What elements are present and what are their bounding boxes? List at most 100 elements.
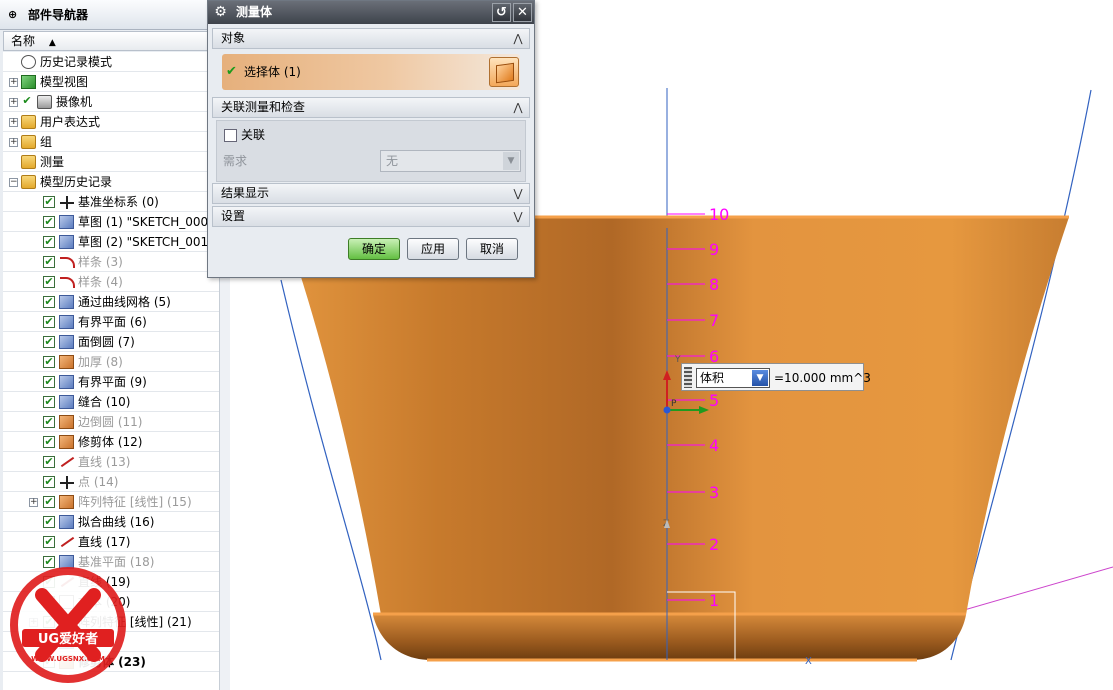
tree-row[interactable]: − 模型历史记录 <box>3 172 219 192</box>
visibility-checkbox[interactable]: ✔ <box>43 396 55 408</box>
visibility-checkbox[interactable]: ✔ <box>43 276 55 288</box>
y-label: Y <box>674 355 681 365</box>
tree-row[interactable]: ✔ 加厚 (8) <box>3 352 219 372</box>
section-object-label: 对象 <box>221 31 246 45</box>
visibility-checkbox[interactable]: ✔ <box>43 256 55 268</box>
tree-row[interactable]: ✔ 缝合 (10) <box>3 392 219 412</box>
tree-row[interactable]: ✔ 直线 (13) <box>3 452 219 472</box>
tree-row[interactable]: ✔ 直线 (17) <box>3 532 219 552</box>
tree-row[interactable]: ✔ 基准坐标系 (0) <box>3 192 219 212</box>
pin-icon[interactable]: ⊕ <box>8 8 20 22</box>
section-assoc-header[interactable]: 关联测量和检查 ⋀ <box>212 97 530 118</box>
trim-body-icon <box>59 435 74 449</box>
apply-button[interactable]: 应用 <box>407 238 459 260</box>
visibility-checkbox[interactable]: ✔ <box>43 436 55 448</box>
tree-row-label: 组 <box>40 135 53 149</box>
section-settings-header[interactable]: 设置 ⋁ <box>212 206 530 227</box>
tree-row-label: 历史记录模式 <box>40 55 113 69</box>
expand-chevron-icon[interactable]: ⋁ <box>509 185 527 202</box>
trim-body-base[interactable] <box>373 615 966 660</box>
visibility-checkbox[interactable]: ✔ <box>43 296 55 308</box>
expand-toggle-icon[interactable]: + <box>9 138 18 147</box>
ug-forum-logo: UG爱好者 WWW.UGSNX.COM <box>10 567 126 683</box>
reset-button[interactable]: ↺ <box>492 3 511 22</box>
visibility-checkbox[interactable]: ✔ <box>43 516 55 528</box>
sort-ascending-icon: ▲ <box>48 38 56 48</box>
tree-row-label: 阵列特征 [线性] (15) <box>78 495 192 509</box>
visibility-checkbox[interactable]: ✔ <box>43 216 55 228</box>
section-results-header[interactable]: 结果显示 ⋁ <box>212 183 530 204</box>
tree-row-label: 面倒圆 (7) <box>78 335 135 349</box>
edge-blend-icon <box>59 415 74 429</box>
visibility-checkbox[interactable]: ✔ <box>43 416 55 428</box>
visibility-checkbox[interactable]: ✔ <box>43 496 55 508</box>
select-body-cube-icon[interactable] <box>489 57 519 87</box>
visibility-checkbox[interactable]: ✔ <box>43 196 55 208</box>
expand-toggle-icon[interactable]: + <box>9 118 18 127</box>
tree-row[interactable]: ✔ 拟合曲线 (16) <box>3 512 219 532</box>
visibility-checkbox[interactable]: ✔ <box>43 336 55 348</box>
visibility-checkbox[interactable]: ✔ <box>43 456 55 468</box>
tree-row[interactable]: + 模型视图 <box>3 72 219 92</box>
tree-row[interactable]: ✔ 面倒圆 (7) <box>3 332 219 352</box>
expand-toggle-icon[interactable]: − <box>9 178 18 187</box>
drag-grip-icon[interactable] <box>684 367 692 388</box>
select-body-row[interactable]: ✔ 选择体 (1) <box>222 54 520 90</box>
tree-row[interactable]: ✔ 草图 (1) "SKETCH_000" <box>3 212 219 232</box>
visibility-checkbox[interactable]: ✔ <box>43 316 55 328</box>
assoc-checkbox[interactable] <box>224 129 237 142</box>
clock-icon <box>21 55 36 69</box>
ruler-label: 4 <box>709 436 719 455</box>
tree-row[interactable]: + ✔ 阵列特征 [线性] (15) <box>3 492 219 512</box>
tree-row[interactable]: 测量 <box>3 152 219 172</box>
tree-row[interactable]: ✔ 有界平面 (6) <box>3 312 219 332</box>
tree-row[interactable]: ✔ 边倒圆 (11) <box>3 412 219 432</box>
datum-csys-icon <box>59 195 74 209</box>
collapse-chevron-icon[interactable]: ⋀ <box>509 30 527 47</box>
expand-toggle-icon[interactable]: + <box>9 98 18 107</box>
close-button[interactable]: ✕ <box>513 3 532 22</box>
expand-toggle-icon[interactable]: + <box>29 498 38 507</box>
ruler-label: 7 <box>709 311 719 330</box>
assoc-checkbox-label: 关联 <box>241 128 266 142</box>
tree-row-label: 摄像机 <box>56 95 93 109</box>
visibility-checkbox[interactable]: ✔ <box>43 356 55 368</box>
section-object-header[interactable]: 对象 ⋀ <box>212 28 530 49</box>
tree-row[interactable]: ✔ 草图 (2) "SKETCH_001" <box>3 232 219 252</box>
visibility-checkbox[interactable]: ✔ <box>43 236 55 248</box>
expand-toggle-icon[interactable]: + <box>9 78 18 87</box>
tree-row-label: 模型视图 <box>40 75 89 89</box>
tree-row[interactable]: ✔ 样条 (4) <box>3 272 219 292</box>
folder-icon <box>21 155 36 169</box>
requirement-select[interactable]: 无 ▼ <box>380 150 521 172</box>
tree-row-label: 拟合曲线 (16) <box>78 515 155 529</box>
tree-row[interactable]: + 组 <box>3 132 219 152</box>
tree-row[interactable]: ✔ 通过曲线网格 (5) <box>3 292 219 312</box>
tree-row[interactable]: ✔ 样条 (3) <box>3 252 219 272</box>
visibility-checkbox[interactable]: ✔ <box>43 476 55 488</box>
visibility-checkbox[interactable]: ✔ <box>43 376 55 388</box>
navigator-title: 部件导航器 <box>28 8 89 22</box>
expand-chevron-icon[interactable]: ⋁ <box>509 208 527 225</box>
dropdown-arrow-icon: ▼ <box>752 370 768 386</box>
gear-icon[interactable]: ⚙ <box>212 4 229 21</box>
tree-row[interactable]: ✔ 点 (14) <box>3 472 219 492</box>
tree-row[interactable]: 历史记录模式 <box>3 52 219 72</box>
tree-row-label: 测量 <box>40 155 65 169</box>
cancel-button[interactable]: 取消 <box>466 238 518 260</box>
measurement-type-value: 体积 <box>700 371 725 385</box>
collapse-chevron-icon[interactable]: ⋀ <box>509 99 527 116</box>
ok-button[interactable]: 确定 <box>348 238 400 260</box>
tree-row[interactable]: + 用户表达式 <box>3 112 219 132</box>
tree-row[interactable]: + ✔ 摄像机 <box>3 92 219 112</box>
measurement-type-select[interactable]: 体积 ▼ <box>696 368 770 388</box>
tree-row[interactable]: ✔ 修剪体 (12) <box>3 432 219 452</box>
tree-row[interactable]: ✔ 有界平面 (9) <box>3 372 219 392</box>
visibility-checkbox[interactable]: ✔ <box>21 95 33 108</box>
sketch-icon <box>59 235 74 249</box>
dialog-title-bar[interactable]: ⚙ 测量体 ↺ ✕ <box>208 1 534 24</box>
visibility-checkbox[interactable]: ✔ <box>43 536 55 548</box>
name-column-header[interactable]: 名称 ▲ <box>3 31 219 51</box>
ruler-label: 9 <box>709 240 719 259</box>
tree-row-label: 边倒圆 (11) <box>78 415 143 429</box>
